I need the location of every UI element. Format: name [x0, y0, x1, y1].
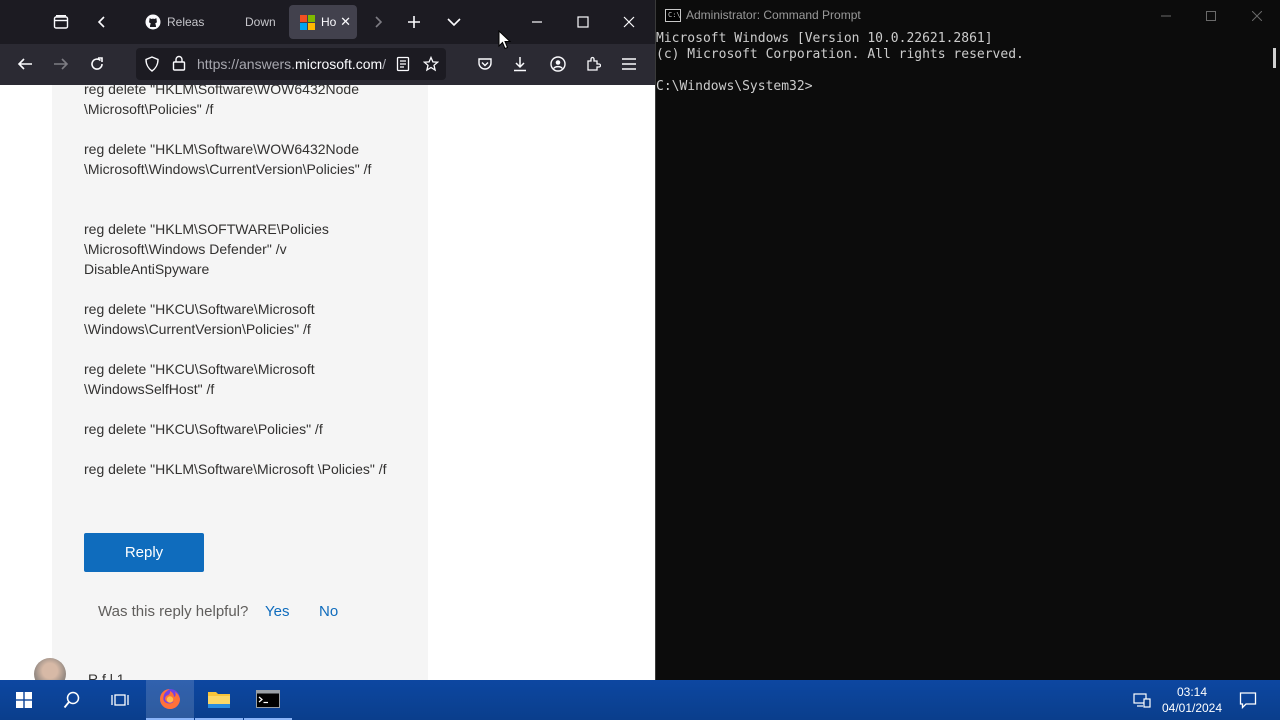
forward-icon[interactable]: [46, 49, 76, 79]
reg-command-text: reg delete "HKLM\SOFTWARE\Policies \Micr…: [84, 221, 329, 277]
taskbar: 03:14 04/01/2024: [0, 680, 1280, 720]
microsoft-logo-icon: [299, 14, 315, 30]
download-page-icon: [223, 14, 239, 30]
helpful-question: Was this reply helpful?: [98, 603, 249, 620]
tab-label: Releas: [167, 15, 205, 29]
mouse-cursor-icon: [498, 30, 512, 50]
file-explorer-icon[interactable]: [195, 680, 243, 720]
tab-downloads[interactable]: Down: [213, 5, 283, 39]
author-name[interactable]: R f l 1: [88, 671, 125, 680]
system-clock[interactable]: 03:14 04/01/2024: [1152, 684, 1232, 716]
reg-command-text: reg delete "HKCU\Software\Microsoft \Win…: [84, 301, 315, 337]
tab-label: Ho: [321, 15, 337, 29]
downloads-icon[interactable]: [505, 49, 535, 79]
search-icon[interactable]: [48, 680, 96, 720]
helpful-no-link[interactable]: No: [319, 603, 338, 620]
cmd-title-bar[interactable]: C:\ Administrator: Command Prompt: [656, 0, 1280, 31]
cmd-maximize-icon[interactable]: [1188, 3, 1234, 29]
tab-label: Down: [245, 15, 276, 29]
url-suffix: /: [382, 56, 387, 72]
firefox-view-icon[interactable]: [45, 6, 77, 38]
extensions-icon[interactable]: [578, 49, 608, 79]
list-all-tabs-icon[interactable]: [438, 6, 470, 38]
close-window-icon[interactable]: [613, 6, 645, 38]
pocket-icon[interactable]: [470, 49, 500, 79]
start-windows-icon[interactable]: [0, 680, 48, 720]
clock-date: 04/01/2024: [1161, 701, 1223, 715]
reg-command-text: reg delete "HKCU\Software\Microsoft \Win…: [84, 361, 315, 397]
navigation-toolbar: https://answers.microsoft.com/: [0, 44, 655, 85]
cmd-close-icon[interactable]: [1234, 3, 1280, 29]
reply-button[interactable]: Reply: [84, 533, 204, 572]
account-icon[interactable]: [543, 49, 573, 79]
tab-releases[interactable]: Releas: [135, 5, 205, 39]
back-icon[interactable]: [10, 49, 40, 79]
tab-microsoft-answers[interactable]: Ho ✕: [289, 5, 357, 39]
url-text[interactable]: https://answers.microsoft.com/: [197, 56, 386, 72]
bookmark-star-icon[interactable]: [416, 49, 446, 79]
lock-icon[interactable]: [172, 55, 186, 76]
tab-scroll-left-icon[interactable]: [86, 6, 118, 38]
reg-command-text: reg delete "HKLM\Software\Microsoft \Pol…: [84, 461, 387, 477]
page-content: reg delete "HKLM\Software\WOW6432Node \M…: [0, 85, 655, 680]
reg-command-text: reg delete "HKCU\Software\Policies" /f: [84, 421, 323, 437]
close-tab-icon[interactable]: ✕: [340, 14, 351, 30]
tab-bar: Releas Down Ho ✕: [0, 0, 655, 44]
firefox-taskbar-icon[interactable]: [146, 680, 194, 720]
hamburger-menu-icon[interactable]: [614, 49, 644, 79]
reg-command-text: reg delete "HKLM\Software\WOW6432Node \M…: [84, 141, 372, 177]
helpful-yes-link[interactable]: Yes: [265, 603, 289, 620]
browser-window: Releas Down Ho ✕ https://answers.microso…: [0, 0, 655, 680]
cmd-scrollbar-thumb[interactable]: [1273, 48, 1276, 68]
clock-time: 03:14: [1176, 685, 1208, 699]
cmd-scrollbar[interactable]: [1268, 44, 1276, 669]
tab-scroll-right-icon[interactable]: [362, 6, 394, 38]
command-prompt-window[interactable]: C:\ Administrator: Command Prompt Micros…: [655, 0, 1280, 680]
cmd-window-title: Administrator: Command Prompt: [686, 8, 861, 22]
task-view-icon[interactable]: [96, 680, 144, 720]
url-prefix: https://answers.: [197, 56, 296, 72]
command-prompt-taskbar-icon[interactable]: [244, 680, 292, 720]
reg-command-text: reg delete "HKLM\Software\WOW6432Node \M…: [84, 85, 359, 117]
maximize-icon[interactable]: [567, 6, 599, 38]
console-output[interactable]: Microsoft Windows [Version 10.0.22621.28…: [656, 31, 1266, 680]
cmd-app-icon[interactable]: C:\: [665, 9, 681, 22]
cmd-minimize-icon[interactable]: [1143, 3, 1189, 29]
new-tab-icon[interactable]: [398, 6, 430, 38]
url-domain: microsoft.com: [295, 56, 383, 72]
notifications-icon[interactable]: [1228, 680, 1268, 720]
reload-icon[interactable]: [82, 49, 112, 79]
minimize-icon[interactable]: [521, 6, 553, 38]
github-icon: [145, 14, 161, 30]
tracking-protection-shield-icon[interactable]: [144, 56, 160, 77]
reader-view-icon[interactable]: [388, 49, 418, 79]
